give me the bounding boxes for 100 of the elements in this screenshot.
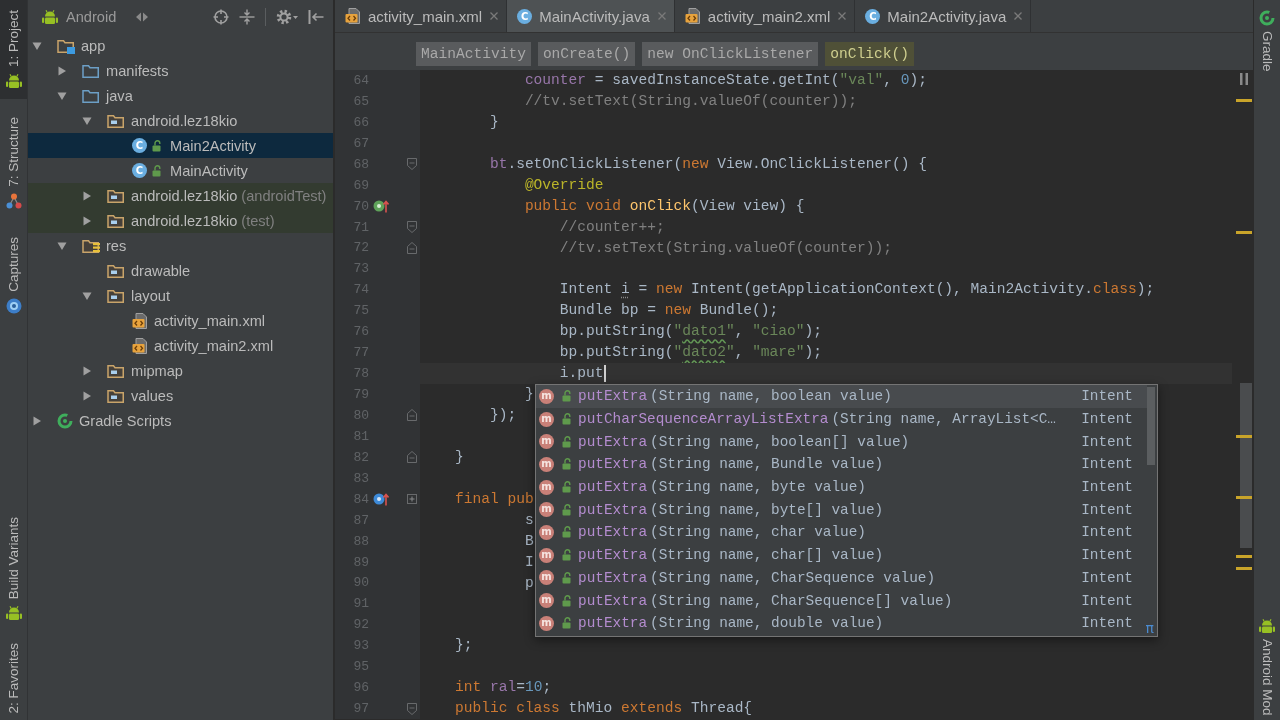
view-dropdown[interactable]: Android <box>42 8 150 25</box>
tree-item[interactable]: android.lez18kio <box>28 108 333 133</box>
completion-item[interactable]: m putExtra (String name, CharSequence[] value) Intent <box>536 589 1147 612</box>
method-signature: (String name, CharSequence[] value) <box>650 592 953 609</box>
padlock-icon <box>562 390 571 403</box>
fold-icon[interactable] <box>407 409 417 422</box>
ring-icon <box>1259 10 1275 26</box>
scrollbar-thumb[interactable] <box>1147 387 1155 465</box>
code-line: @Override <box>524 175 604 195</box>
close-icon[interactable] <box>1014 12 1023 20</box>
editor-tab[interactable]: C Main2Activity.java <box>855 0 1032 32</box>
code-line: B <box>524 531 534 551</box>
tree-item[interactable]: Gradle Scripts <box>28 408 333 433</box>
completion-item[interactable]: m putExtra (String name, double value) Intent <box>536 611 1147 635</box>
completion-item[interactable]: m putExtra (String name, byte value) Intent <box>536 475 1147 499</box>
breadcrumb[interactable]: onCreate() <box>537 42 636 66</box>
code-line: } <box>454 447 464 467</box>
folder-icon <box>107 387 125 404</box>
gear-icon[interactable] <box>276 8 298 25</box>
disclosure-triangle-icon[interactable] <box>82 290 92 301</box>
completion-item[interactable]: m putExtra (String name, boolean value) Intent <box>536 385 1147 408</box>
disclosure-triangle-icon[interactable] <box>32 40 42 51</box>
tree-item[interactable]: app <box>28 33 333 58</box>
tree-item[interactable]: manifests <box>28 58 333 83</box>
disclosure-triangle-icon[interactable] <box>57 65 67 76</box>
code-line: bp.putString("dato1", "ciao"); <box>559 322 823 342</box>
scrollbar-thumb[interactable] <box>1240 383 1252 548</box>
tree-item[interactable]: activity_main2.xml <box>28 333 333 358</box>
close-icon[interactable] <box>657 12 666 20</box>
code-line: counter = savedInstanceState.getInt("val", 0); <box>524 71 927 90</box>
tool-window-button[interactable]: Build Variants <box>0 511 27 628</box>
disclosure-triangle-icon[interactable] <box>57 90 67 101</box>
pi-link[interactable]: π <box>1145 621 1154 635</box>
padlock-icon <box>562 549 571 562</box>
arrow-to-bar-icon[interactable] <box>308 8 324 25</box>
editor-tab[interactable]: activity_main2.xml <box>674 0 856 32</box>
tool-window-button[interactable]: 7: Structure <box>0 107 27 219</box>
circle-arrow-icon[interactable] <box>373 199 389 214</box>
disclosure-triangle-icon[interactable] <box>32 415 42 426</box>
tree-item[interactable]: res <box>28 233 333 258</box>
completion-item[interactable]: m putCharSequenceArrayListExtra (String name, ArrayList<C… Intent <box>536 407 1147 431</box>
fold-icon[interactable] <box>407 451 417 464</box>
method-icon: m <box>539 524 554 540</box>
tree-item[interactable]: C MainActivity <box>28 158 333 183</box>
pause-icon[interactable] <box>1240 73 1248 85</box>
tool-window-button[interactable]: Android Mod <box>1254 608 1280 720</box>
fold-icon[interactable] <box>407 158 417 171</box>
return-type: Intent <box>1081 456 1133 473</box>
disclosure-triangle-icon[interactable] <box>82 365 92 376</box>
tree-item[interactable]: mipmap <box>28 358 333 383</box>
tree-item[interactable]: layout <box>28 283 333 308</box>
code-line: final pub <box>454 489 534 509</box>
tree-item[interactable]: java <box>28 83 333 108</box>
code-line: public void onClick(View view) { <box>524 196 805 216</box>
code-line: }; <box>454 636 473 656</box>
tool-window-button[interactable]: Captures <box>0 226 27 324</box>
completion-item[interactable]: m putExtra (String name, boolean[] value) Intent <box>536 430 1147 454</box>
crosshair-icon[interactable] <box>213 8 229 25</box>
tree-item[interactable]: android.lez18kio (androidTest) <box>28 183 333 208</box>
fold-icon[interactable] <box>407 221 417 234</box>
disclosure-triangle-icon[interactable] <box>82 190 92 201</box>
close-icon[interactable] <box>838 12 847 20</box>
tool-window-button[interactable]: Gradle <box>1254 0 1280 76</box>
method-icon: m <box>539 615 554 631</box>
tool-window-button[interactable]: 2: Favorites <box>0 637 27 720</box>
plus-box-icon[interactable] <box>407 494 417 505</box>
method-name: putExtra <box>578 479 648 496</box>
tree-item[interactable]: android.lez18kio (test) <box>28 208 333 233</box>
code-line: //counter++; <box>559 217 665 237</box>
editor-tab[interactable]: C MainActivity.java <box>507 0 675 32</box>
completion-item[interactable]: m putExtra (String name, byte[] value) Intent <box>536 498 1147 522</box>
completion-item[interactable]: m putExtra (String name, char[] value) Intent <box>536 543 1147 567</box>
method-signature: (String name, boolean value) <box>650 388 892 405</box>
method-icon: m <box>539 456 554 472</box>
tool-window-button[interactable]: 1: Project <box>0 0 27 100</box>
disclosure-triangle-icon[interactable] <box>82 215 92 226</box>
completion-item[interactable]: m putExtra (String name, char value) Intent <box>536 521 1147 544</box>
completion-item[interactable]: m putExtra (String name, Bundle value) Intent <box>536 453 1147 476</box>
fold-icon[interactable] <box>407 702 417 715</box>
method-name: putExtra <box>578 388 648 405</box>
close-icon[interactable] <box>490 12 499 20</box>
tree-item[interactable]: activity_main.xml <box>28 308 333 333</box>
collapse-all-icon[interactable] <box>239 8 255 25</box>
disclosure-triangle-icon[interactable] <box>82 390 92 401</box>
disclosure-triangle-icon[interactable] <box>82 115 92 126</box>
method-name: putExtra <box>578 615 648 632</box>
disclosure-triangle-icon[interactable] <box>57 240 67 251</box>
folder-icon <box>107 212 125 229</box>
tree-item[interactable]: C Main2Activity <box>28 133 333 158</box>
circle-arrow-icon[interactable] <box>373 492 389 507</box>
breadcrumb[interactable]: onClick() <box>825 42 914 66</box>
breadcrumb[interactable]: MainActivity <box>416 42 531 66</box>
padlock-icon <box>562 481 571 494</box>
method-icon: m <box>539 411 554 427</box>
android-icon <box>1259 618 1275 635</box>
breadcrumb[interactable]: new OnClickListener <box>642 42 819 66</box>
tree-item[interactable]: values <box>28 383 333 408</box>
fold-icon[interactable] <box>407 241 417 254</box>
completion-item[interactable]: m putExtra (String name, CharSequence value) Intent <box>536 566 1147 590</box>
tree-item[interactable]: drawable <box>28 258 333 283</box>
